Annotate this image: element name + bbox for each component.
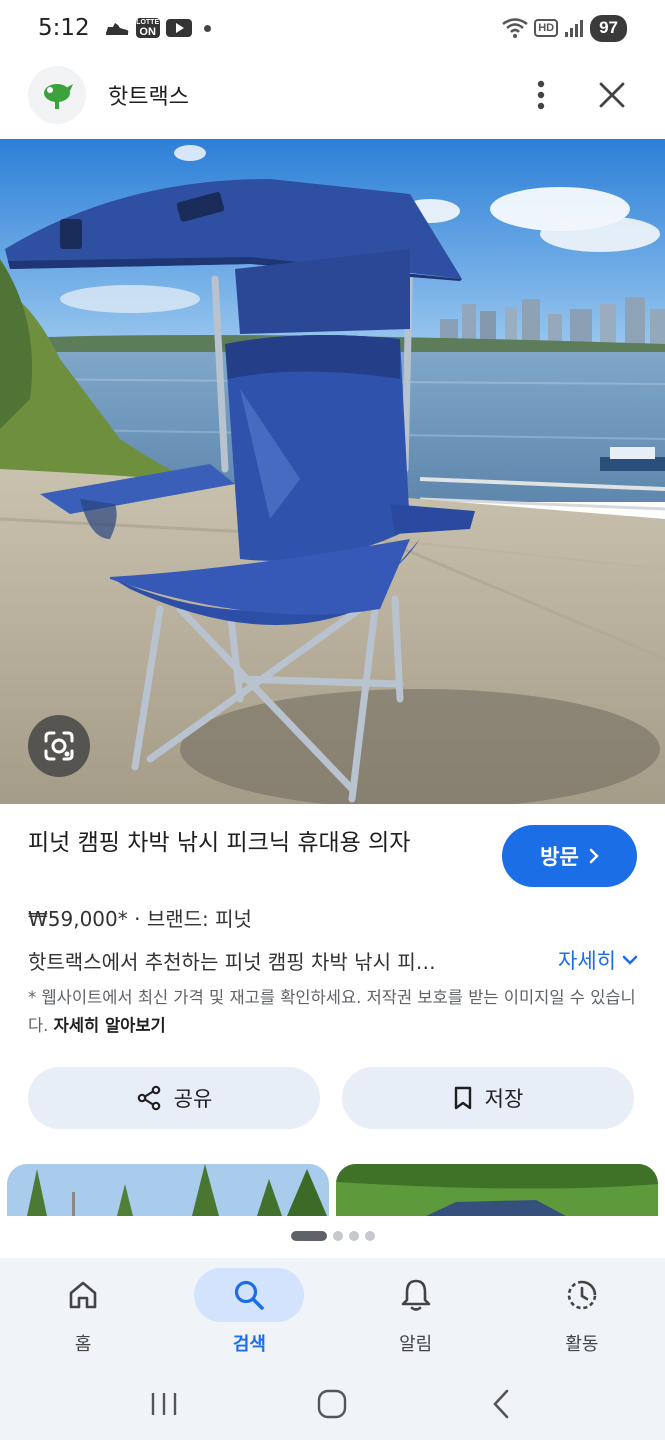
site-favicon[interactable]: [28, 66, 86, 124]
camping-chair-photo: [0, 139, 665, 804]
nav-notifications-label: 알림: [399, 1334, 433, 1355]
price: ₩59,000*: [28, 907, 128, 931]
copyright-notice: * 웹사이트에서 최신 가격 및 재고를 확인하세요. 저작권 보호를 받는 이…: [28, 984, 640, 1040]
image-pagination: [0, 1231, 665, 1241]
back-icon: [493, 1389, 509, 1419]
nav-activity-label: 활동: [565, 1334, 599, 1355]
notification-icons: LOTTE ON: [104, 18, 211, 38]
more-vert-icon: [537, 80, 545, 110]
nav-notifications[interactable]: 알림: [333, 1258, 499, 1368]
learn-more-link[interactable]: 자세히 알아보기: [54, 1016, 166, 1035]
related-image-2[interactable]: [336, 1164, 658, 1216]
bottom-navigation: 홈 검색 알림 활동: [0, 1258, 665, 1368]
bookmark-icon: [454, 1086, 471, 1110]
chevron-down-icon: [622, 955, 638, 965]
page-dot: [364, 1231, 375, 1241]
search-icon: [235, 1280, 265, 1310]
system-icons: HD 97: [502, 14, 627, 42]
separator: ·: [127, 907, 147, 931]
hd-voice-icon: HD: [534, 19, 559, 37]
nav-home[interactable]: 홈: [0, 1258, 166, 1368]
more-notifications-icon: [203, 24, 211, 32]
related-image-1[interactable]: [7, 1164, 329, 1216]
nav-search-label: 검색: [232, 1334, 266, 1355]
page-dot-active: [290, 1231, 327, 1241]
home-circle-icon: [318, 1389, 347, 1419]
price-brand-line: ₩59,000* · 브랜드: 피넛: [28, 903, 252, 932]
hottracks-logo-icon: [44, 84, 73, 109]
recent-apps-button[interactable]: [134, 1379, 194, 1429]
app-bar: 핫트랙스: [0, 62, 665, 128]
related-thumbnail-trees: [7, 1164, 329, 1216]
chevron-right-icon: [589, 848, 599, 864]
related-thumbnail-lawn: [336, 1164, 658, 1216]
shoe-icon: [104, 19, 130, 37]
youtube-icon: [165, 19, 192, 37]
wifi-icon: [502, 18, 528, 38]
page-dot: [332, 1231, 343, 1241]
nav-search-icon-wrap: [194, 1268, 305, 1322]
nav-notifications-icon-wrap: [361, 1268, 471, 1322]
lens-icon: [44, 731, 74, 761]
save-button[interactable]: 저장: [342, 1067, 634, 1129]
visit-label: 방문: [540, 845, 579, 869]
product-description: 핫트랙스에서 추천하는 피넛 캠핑 차박 낚시 피…: [28, 949, 436, 974]
system-navigation-bar: [0, 1368, 665, 1440]
share-button[interactable]: 공유: [28, 1067, 320, 1129]
battery-indicator: 97: [590, 14, 627, 42]
site-name[interactable]: 핫트랙스: [108, 79, 189, 111]
visit-button[interactable]: 방문: [502, 825, 637, 887]
nav-home-label: 홈: [74, 1334, 92, 1355]
nav-search[interactable]: 검색: [166, 1258, 332, 1368]
signal-icon: [564, 18, 584, 38]
more-details-button[interactable]: 자세히: [558, 945, 638, 975]
nav-home-icon-wrap: [28, 1268, 138, 1322]
history-icon: [567, 1280, 597, 1310]
lotte-line2: ON: [139, 25, 156, 38]
share-icon: [137, 1085, 160, 1111]
recent-apps-icon: [151, 1393, 177, 1415]
product-image[interactable]: [0, 139, 665, 804]
lotte-on-icon: LOTTE ON: [135, 18, 160, 38]
close-icon: [599, 82, 625, 108]
home-icon: [69, 1281, 97, 1309]
close-button[interactable]: [587, 70, 637, 120]
description-line: 핫트랙스에서 추천하는 피넛 캠핑 차박 낚시 피… 자세히: [28, 944, 638, 976]
page-dot: [348, 1231, 359, 1241]
save-label: 저장: [484, 1087, 524, 1111]
back-button[interactable]: [471, 1379, 531, 1429]
nav-activity-icon-wrap: [527, 1268, 637, 1322]
bell-icon: [401, 1279, 430, 1311]
status-bar: 5:12 LOTTE ON HD 97: [0, 0, 665, 56]
more-options-button[interactable]: [521, 70, 561, 120]
more-label: 자세히: [558, 949, 616, 973]
nav-activity[interactable]: 활동: [499, 1258, 665, 1368]
home-button[interactable]: [302, 1379, 362, 1429]
brand: 브랜드: 피넛: [146, 907, 252, 931]
status-time: 5:12: [38, 15, 90, 41]
product-title: 피넛 캠핑 차박 낚시 피크닉 휴대용 의자: [28, 830, 411, 856]
google-lens-button[interactable]: [28, 715, 90, 777]
share-label: 공유: [173, 1087, 213, 1111]
